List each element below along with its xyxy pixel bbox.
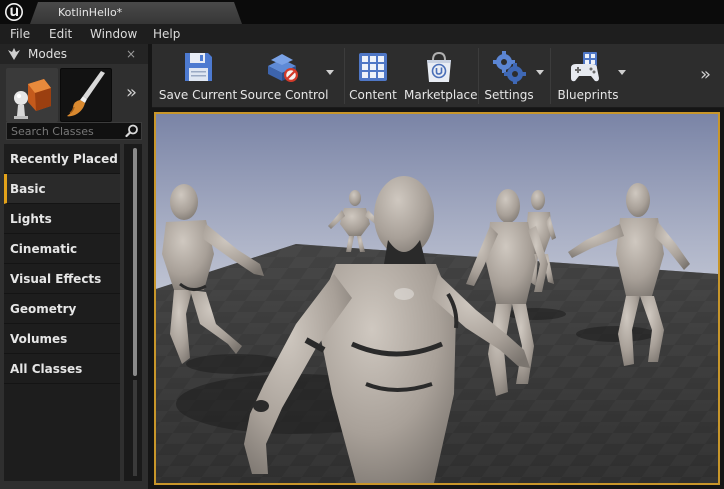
category-cinematic[interactable]: Cinematic — [4, 234, 120, 264]
category-list-empty-area — [4, 384, 120, 481]
source-control-label: Source Control — [240, 88, 329, 102]
toolbar-separator — [344, 48, 345, 104]
save-current-button[interactable]: Save Current — [156, 46, 240, 106]
category-geometry[interactable]: Geometry — [4, 294, 120, 324]
search-classes-box — [6, 122, 142, 140]
place-mode-tab[interactable] — [6, 68, 58, 122]
source-control-dropdown-icon[interactable] — [326, 70, 334, 75]
category-basic[interactable]: Basic — [4, 174, 120, 204]
category-recently-placed[interactable]: Recently Placed — [4, 144, 120, 174]
menu-edit[interactable]: Edit — [49, 24, 72, 44]
menu-file[interactable]: File — [10, 24, 30, 44]
marketplace-label: Marketplace — [404, 88, 478, 102]
title-bar: KotlinHello* — [0, 0, 724, 24]
toolbar-separator — [550, 48, 551, 104]
save-current-label: Save Current — [158, 88, 238, 102]
settings-dropdown-icon[interactable] — [536, 70, 544, 75]
modes-icon — [8, 48, 20, 60]
class-category-list: Recently Placed Basic Lights Cinematic V… — [4, 144, 120, 481]
toolbar-separator — [478, 48, 479, 104]
category-visual-effects[interactable]: Visual Effects — [4, 264, 120, 294]
blueprints-button[interactable]: Blueprints — [554, 46, 622, 106]
paint-mode-tab[interactable] — [60, 68, 112, 122]
modes-panel-header: Modes × — [0, 44, 148, 64]
source-control-button[interactable]: Source Control — [240, 46, 328, 106]
paint-brush-icon — [67, 71, 105, 117]
close-icon[interactable]: × — [126, 44, 136, 64]
content-button[interactable]: Content — [348, 46, 398, 106]
floppy-disk-icon — [185, 53, 212, 81]
unreal-engine-logo-icon[interactable] — [4, 2, 24, 22]
marketplace-button[interactable]: Marketplace — [404, 46, 478, 106]
gamepad-blueprint-icon — [571, 52, 599, 82]
place-actor-icon — [14, 79, 51, 119]
category-volumes[interactable]: Volumes — [4, 324, 120, 354]
content-browser-icon — [359, 53, 387, 81]
category-all-classes[interactable]: All Classes — [4, 354, 120, 384]
toolbar-expand-icon[interactable]: » — [700, 64, 711, 85]
document-tab-title: KotlinHello* — [58, 6, 123, 19]
menu-bar: File Edit Window Help — [0, 24, 724, 44]
document-tab[interactable]: KotlinHello* — [30, 2, 242, 24]
menu-window[interactable]: Window — [90, 24, 137, 44]
search-classes-input[interactable] — [11, 123, 123, 139]
blueprints-dropdown-icon[interactable] — [618, 70, 626, 75]
viewport-scene — [156, 114, 718, 483]
settings-button[interactable]: Settings — [482, 46, 536, 106]
modes-expand-icon[interactable]: » — [126, 82, 137, 103]
source-control-icon — [268, 54, 298, 82]
category-scrollbar[interactable] — [124, 144, 142, 481]
category-lights[interactable]: Lights — [4, 204, 120, 234]
modes-panel-title: Modes — [28, 47, 67, 61]
content-label: Content — [349, 88, 397, 102]
scrollbar-thumb[interactable] — [133, 148, 137, 376]
search-icon[interactable] — [125, 124, 139, 138]
marketplace-bag-icon — [427, 51, 451, 82]
menu-help[interactable]: Help — [153, 24, 180, 44]
modes-panel: » Recently Placed Basic Lights Cinematic… — [0, 64, 148, 489]
level-viewport[interactable] — [154, 112, 720, 485]
settings-label: Settings — [484, 88, 534, 102]
blueprints-label: Blueprints — [557, 88, 619, 102]
scrollbar-track — [133, 380, 137, 476]
settings-gears-icon — [493, 51, 526, 84]
level-editor-toolbar: Save Current Source Control Content Mark… — [152, 44, 724, 108]
